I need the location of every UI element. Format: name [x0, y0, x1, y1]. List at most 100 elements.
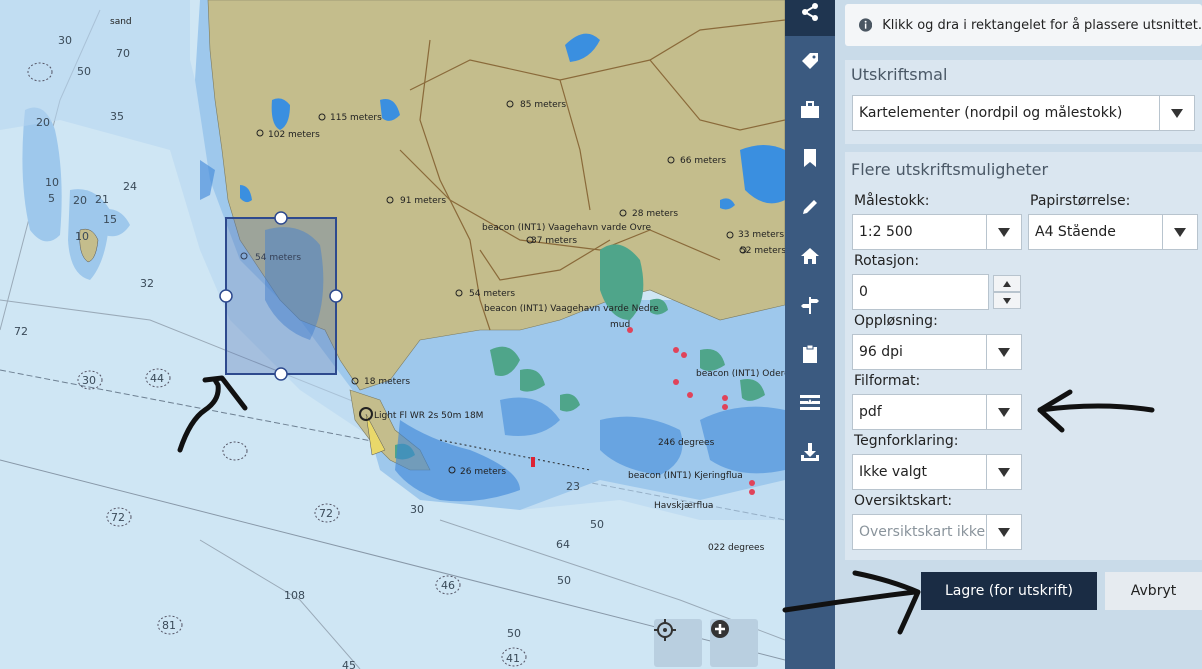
resolution-select[interactable]: 96 dpi [852, 334, 1022, 370]
signpost-icon [801, 297, 819, 314]
map-view[interactable]: sand 115 meters 102 meters 85 meters 66 … [0, 0, 785, 669]
resolution-label: Oppløsning: [854, 313, 938, 329]
legend-value: Ikke valgt [859, 464, 928, 480]
label-115-meters: 115 meters [330, 113, 382, 123]
depth-sounding: 30 [82, 374, 96, 387]
overview-select[interactable]: Oversiktskart ikke valgt [852, 514, 1022, 550]
resize-handle-right [329, 289, 343, 303]
clipboard-icon [803, 344, 817, 363]
label-33-meters: 33 meters [738, 230, 784, 240]
depth-sounding: 64 [556, 538, 570, 551]
label-54-meters: 54 meters [469, 289, 515, 299]
chevron-up-icon [1003, 280, 1011, 287]
print-extent-rectangle[interactable] [219, 211, 343, 381]
label-246-degrees: 246 degrees [658, 438, 715, 448]
depth-sounding: 24 [123, 180, 137, 193]
overview-value: Oversiktskart ikke valgt [859, 524, 986, 540]
label-beacon-oderen: beacon (INT1) Oderen [696, 369, 785, 379]
clipboard-tool[interactable] [785, 330, 835, 378]
tag-icon [802, 53, 818, 69]
rotation-decrement[interactable] [993, 292, 1021, 309]
depth-sounding: 20 [73, 194, 87, 207]
crosshair-icon [654, 619, 676, 641]
depth-sounding: 45 [342, 659, 356, 669]
cancel-button[interactable]: Avbryt [1105, 572, 1202, 610]
chart-map[interactable]: sand 115 meters 102 meters 85 meters 66 … [0, 0, 785, 669]
rotation-increment[interactable] [993, 275, 1021, 292]
depth-sounding: 50 [77, 65, 91, 78]
label-102-meters: 102 meters [268, 130, 320, 140]
chevron-down-icon [1159, 96, 1194, 130]
resize-handle-bottom [274, 367, 288, 381]
share-tool[interactable] [785, 0, 835, 36]
label-022-degrees: 022 degrees [708, 543, 765, 553]
label-beacon-kjeringflua: beacon (INT1) Kjeringflua [628, 471, 743, 481]
print-panel: Klikk og dra i rektangelet for å plasser… [835, 0, 1202, 669]
depth-sounding: 50 [557, 574, 571, 587]
rotation-value: 0 [859, 284, 868, 300]
resolution-value: 96 dpi [859, 344, 903, 360]
depth-sounding: 15 [103, 213, 117, 226]
depth-sounding: 108 [284, 589, 305, 602]
briefcase-icon [801, 101, 819, 118]
zoom-in-button[interactable] [710, 619, 758, 667]
label-52-meters: 52 meters [740, 246, 785, 256]
label-26-meters: 26 meters [460, 467, 506, 477]
pencil-icon [803, 200, 817, 214]
signpost-tool[interactable] [785, 281, 835, 329]
scale-value: 1:2 500 [859, 224, 913, 240]
download-tool[interactable] [785, 428, 835, 476]
briefcase-tool[interactable] [785, 86, 835, 134]
info-icon [859, 18, 873, 32]
home-tool[interactable] [785, 232, 835, 280]
label-havskjaerflua: Havskjærflua [654, 501, 713, 511]
save-button[interactable]: Lagre (for utskrift) [921, 572, 1097, 610]
chevron-down-icon [1003, 297, 1011, 304]
format-select[interactable]: pdf [852, 394, 1022, 430]
depth-sounding: 72 [319, 507, 333, 520]
label-85-meters: 85 meters [520, 100, 566, 110]
template-value: Kartelementer (nordpil og målestokk) [859, 105, 1123, 121]
label-beacon-vaagehavn-ovre: beacon (INT1) Vaagehavn varde Ovre [482, 223, 652, 233]
depth-sounding: 20 [36, 116, 50, 129]
depth-sounding: 35 [110, 110, 124, 123]
bookmark-tool[interactable] [785, 134, 835, 182]
label-91-meters: 91 meters [400, 196, 446, 206]
label-mud: mud [610, 320, 630, 330]
draw-tool[interactable] [785, 183, 835, 231]
info-message: Klikk og dra i rektangelet for å plasser… [845, 4, 1202, 46]
scale-label: Målestokk: [854, 193, 930, 209]
home-icon [801, 248, 819, 264]
chevron-down-icon [986, 215, 1021, 249]
depth-sounding: 50 [590, 518, 604, 531]
depth-sounding: 23 [566, 480, 580, 493]
depth-sounding: 41 [506, 652, 520, 665]
label-light-characteristics: Light Fl WR 2s 50m 18M [374, 411, 483, 421]
chevron-down-icon [986, 515, 1021, 549]
depth-sounding: 30 [58, 34, 72, 47]
template-select[interactable]: Kartelementer (nordpil og målestokk) [852, 95, 1195, 131]
layers-icon [800, 395, 820, 410]
layers-tool[interactable] [785, 379, 835, 427]
locate-button[interactable] [654, 619, 702, 667]
format-label: Filformat: [854, 373, 921, 389]
paper-select[interactable]: A4 Stående [1028, 214, 1198, 250]
depth-sounding: 5 [48, 192, 55, 205]
label-37-meters: 37 meters [531, 236, 577, 246]
chevron-down-icon [986, 395, 1021, 429]
resize-handle-top [274, 211, 288, 225]
label-66-meters: 66 meters [680, 156, 726, 166]
download-icon [801, 443, 819, 461]
depth-sounding: 50 [507, 627, 521, 640]
legend-select[interactable]: Ikke valgt [852, 454, 1022, 490]
tag-tool[interactable] [785, 37, 835, 85]
depth-sounding: 21 [95, 193, 109, 206]
depth-sounding: 44 [150, 372, 164, 385]
rotation-input[interactable]: 0 [852, 274, 989, 310]
paper-label: Papirstørrelse: [1030, 193, 1131, 209]
depth-sounding: 46 [441, 579, 455, 592]
depth-sounding: 32 [140, 277, 154, 290]
scale-select[interactable]: 1:2 500 [852, 214, 1022, 250]
rotation-label: Rotasjon: [854, 253, 920, 269]
bookmark-icon [804, 149, 816, 167]
